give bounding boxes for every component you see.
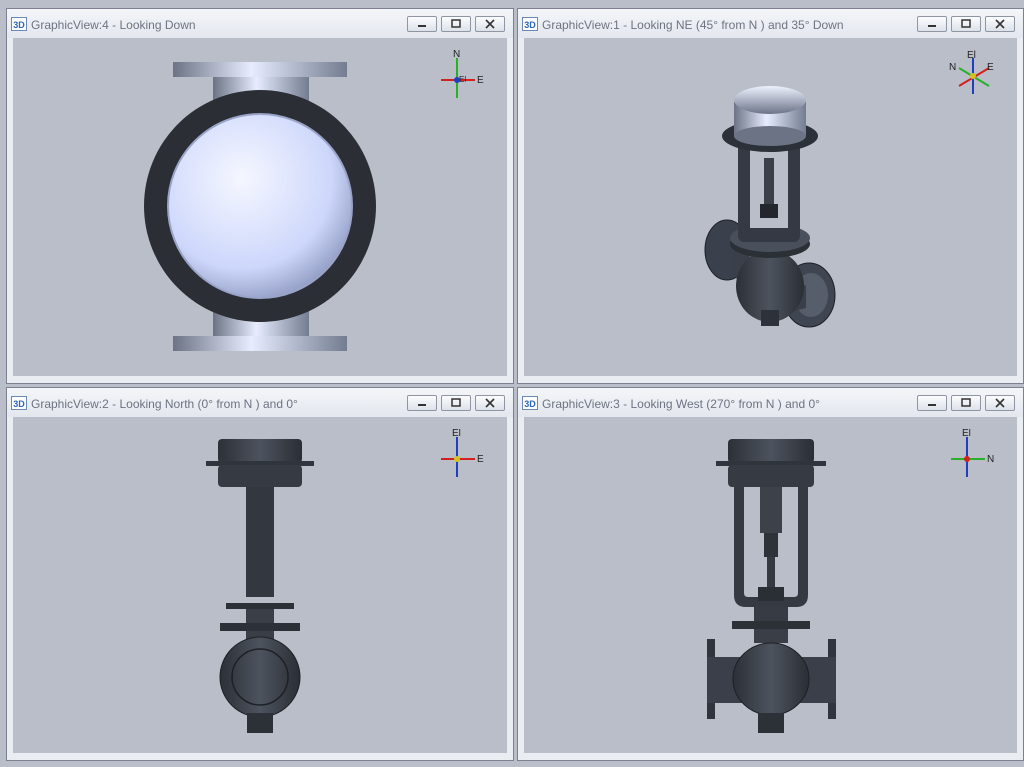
axis-label-elevation: El [452, 429, 461, 439]
axis-label-north: N [453, 50, 460, 60]
window-title: GraphicView:4 - Looking Down [31, 18, 196, 32]
axis-triad: N E El [441, 50, 484, 98]
close-button[interactable] [475, 16, 505, 32]
axis-label-elevation: El [459, 75, 466, 84]
maximize-icon [451, 398, 461, 407]
axis-label-north: N [987, 454, 994, 465]
minimize-button[interactable] [407, 16, 437, 32]
axis-triad: El E [441, 429, 484, 477]
window-title: GraphicView:2 - Looking North (0° from N… [31, 397, 298, 411]
3d-view-icon: 3D [11, 396, 27, 410]
axis-label-east: E [477, 454, 484, 465]
window-title: GraphicView:1 - Looking NE (45° from N )… [542, 18, 844, 32]
3d-view-icon: 3D [522, 396, 538, 410]
title-bar[interactable]: 3D GraphicView:1 - Looking NE (45° from … [518, 9, 1023, 38]
window-title: GraphicView:3 - Looking West (270° from … [542, 397, 820, 411]
close-button[interactable] [475, 395, 505, 411]
3d-view-icon: 3D [11, 17, 27, 31]
valve-west-elevation [707, 439, 836, 733]
axis-triad: El N E [949, 50, 994, 94]
graphic-viewport[interactable]: El N [524, 417, 1017, 753]
close-icon [995, 398, 1005, 408]
maximize-button[interactable] [441, 395, 471, 411]
graphic-viewport[interactable]: El N E [524, 38, 1017, 376]
maximize-button[interactable] [951, 395, 981, 411]
title-bar[interactable]: 3D GraphicView:4 - Looking Down [7, 9, 513, 38]
valve-north-elevation [206, 439, 314, 733]
3d-view-icon: 3D [522, 17, 538, 31]
maximize-icon [961, 19, 971, 28]
minimize-icon [928, 404, 936, 406]
close-icon [995, 19, 1005, 29]
title-bar[interactable]: 3D GraphicView:3 - Looking West (270° fr… [518, 388, 1023, 417]
valve-top-view [144, 62, 376, 351]
close-icon [485, 19, 495, 29]
axis-label-elevation: El [967, 50, 976, 61]
graphic-viewport[interactable]: El E [13, 417, 507, 753]
minimize-button[interactable] [917, 16, 947, 32]
close-icon [485, 398, 495, 408]
minimize-icon [928, 25, 936, 27]
title-bar[interactable]: 3D GraphicView:2 - Looking North (0° fro… [7, 388, 513, 417]
graphic-view-2-window[interactable]: 3D GraphicView:2 - Looking North (0° fro… [6, 387, 514, 761]
graphic-view-1-window[interactable]: 3D GraphicView:1 - Looking NE (45° from … [517, 8, 1024, 384]
minimize-button[interactable] [917, 395, 947, 411]
close-button[interactable] [985, 16, 1015, 32]
minimize-button[interactable] [407, 395, 437, 411]
graphic-viewport[interactable]: N E El [13, 38, 507, 376]
axis-triad: El N [951, 429, 994, 477]
maximize-button[interactable] [441, 16, 471, 32]
axis-label-east: E [987, 62, 994, 73]
minimize-icon [418, 25, 426, 27]
maximize-icon [451, 19, 461, 28]
minimize-icon [418, 404, 426, 406]
maximize-icon [961, 398, 971, 407]
axis-label-elevation: El [962, 429, 971, 439]
graphic-view-3-window[interactable]: 3D GraphicView:3 - Looking West (270° fr… [517, 387, 1024, 761]
maximize-button[interactable] [951, 16, 981, 32]
axis-label-east: E [477, 75, 484, 86]
axis-label-north: N [949, 62, 956, 73]
close-button[interactable] [985, 395, 1015, 411]
graphic-view-4-window[interactable]: 3D GraphicView:4 - Looking Down N E El [6, 8, 514, 384]
valve-isometric-view [704, 86, 836, 328]
